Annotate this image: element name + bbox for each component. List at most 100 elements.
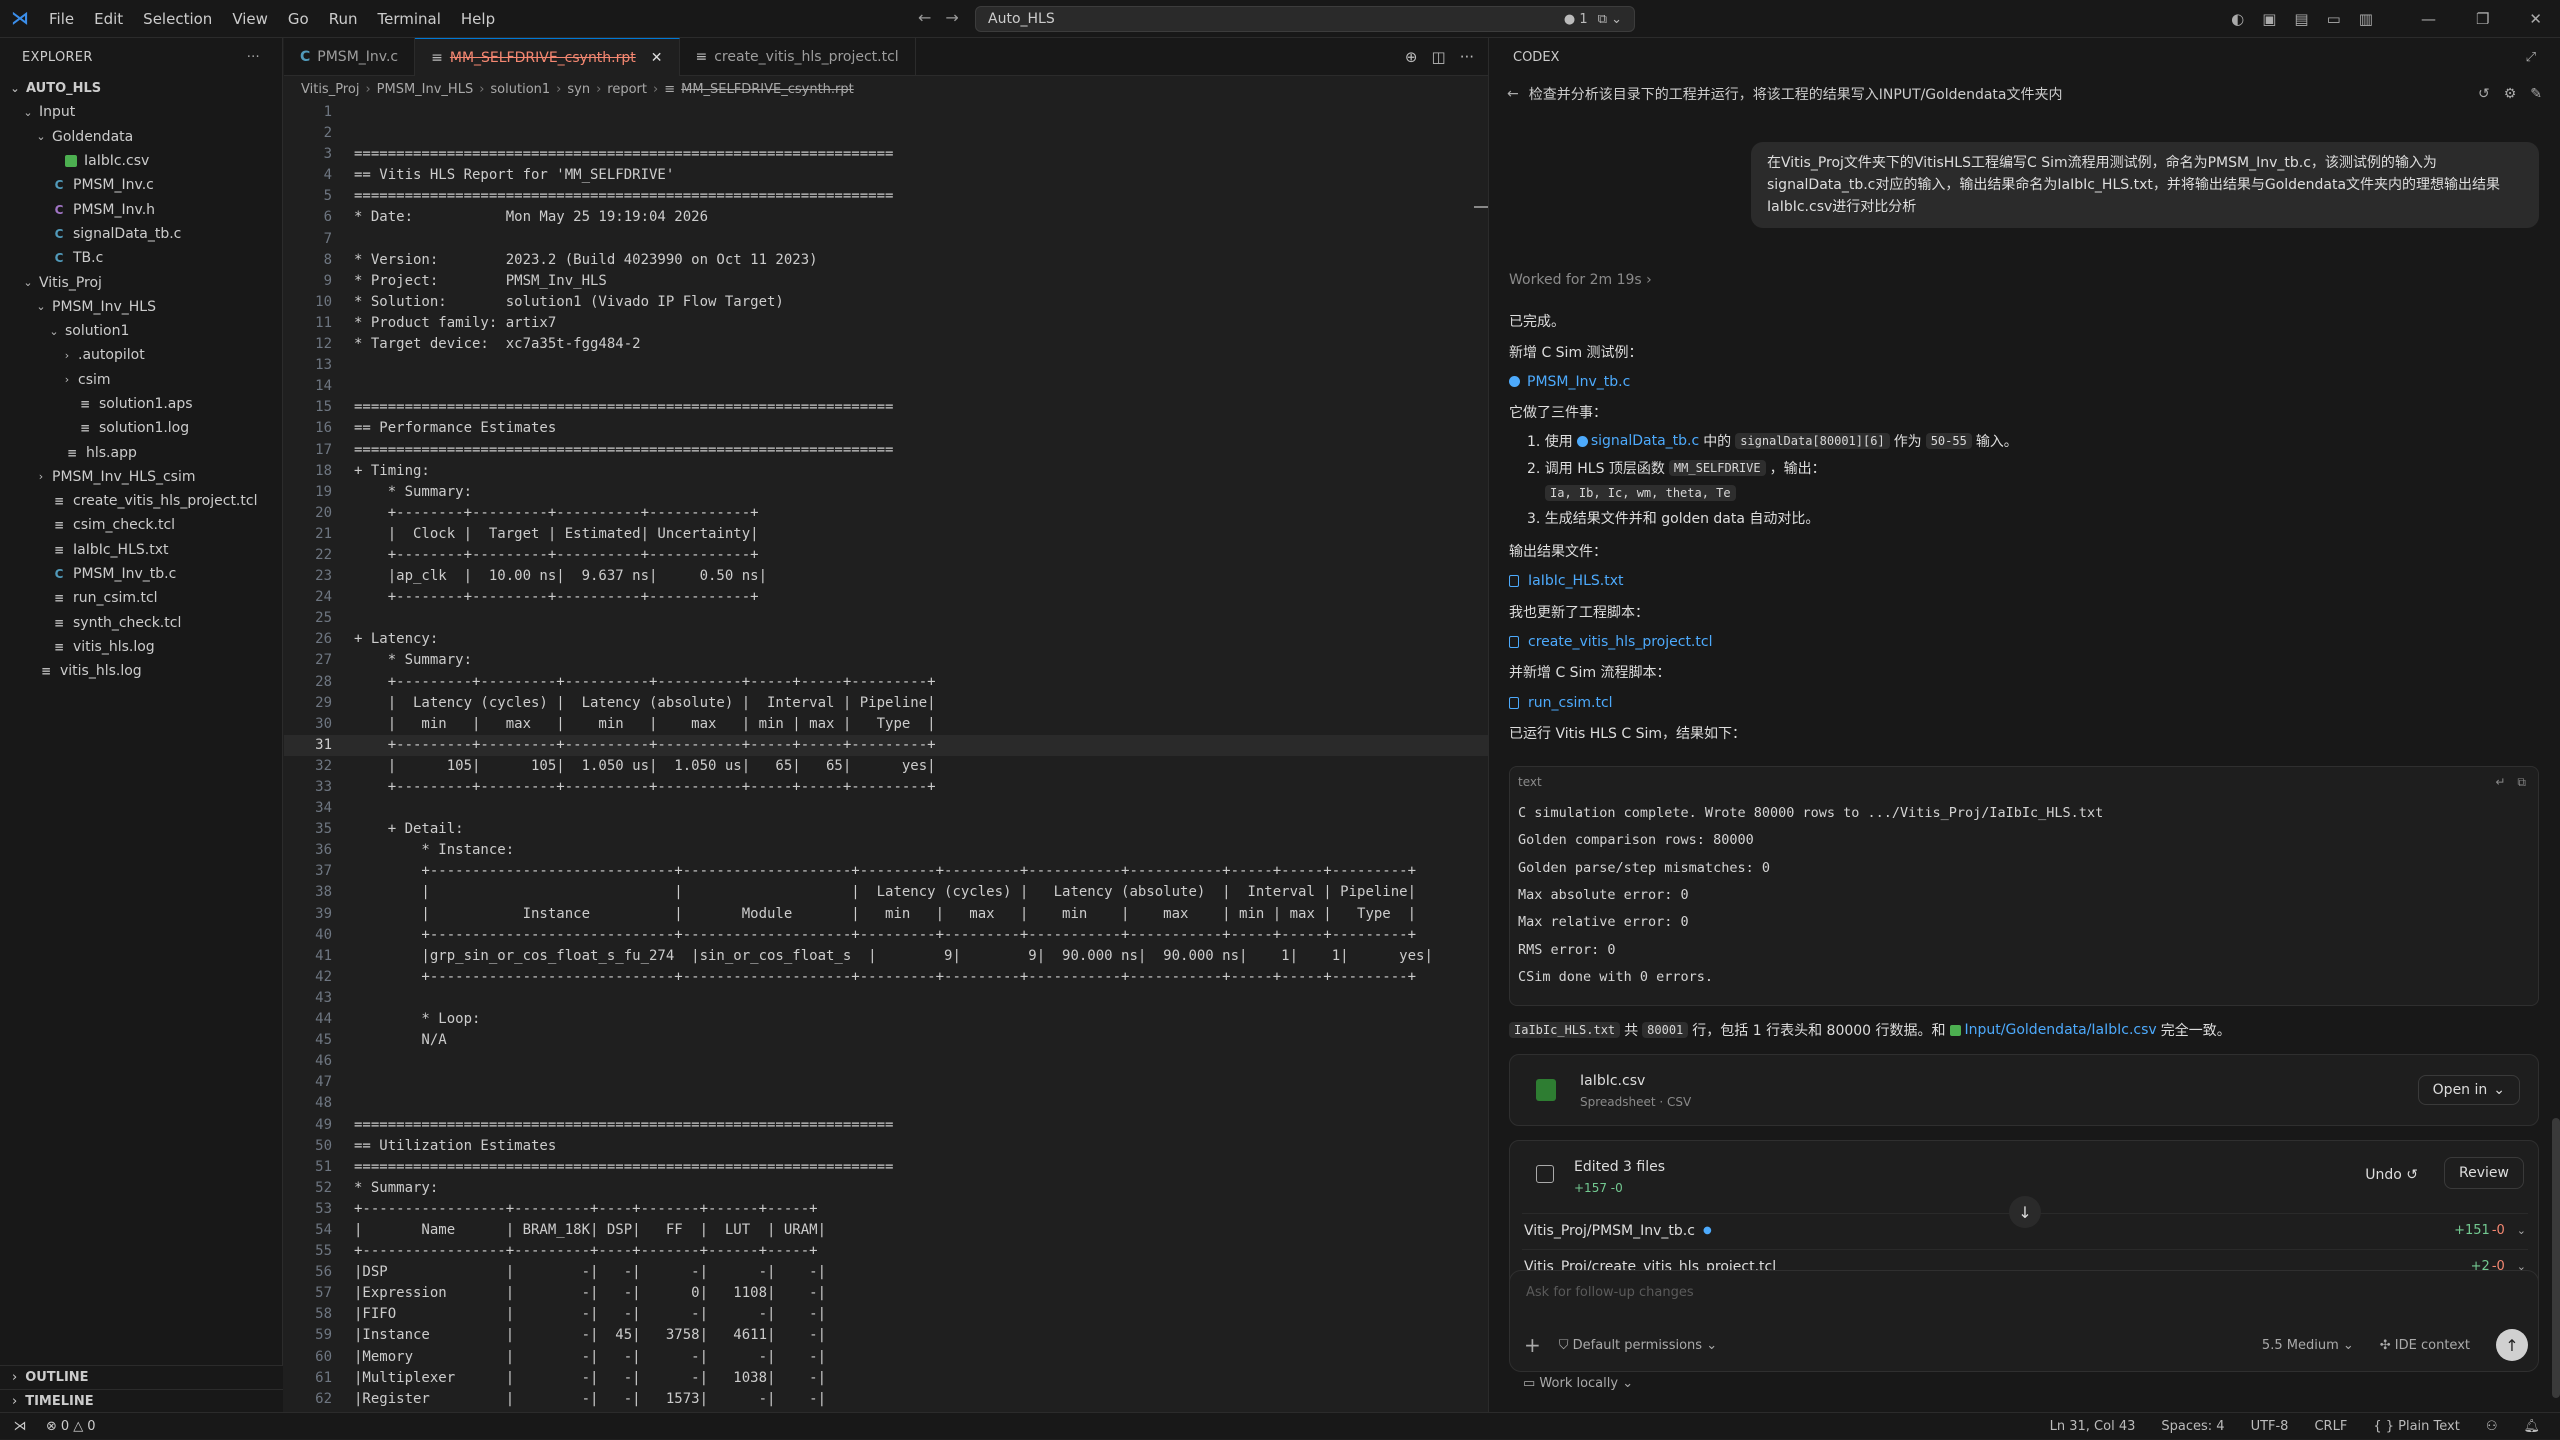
secondary-sidebar-toggle-icon[interactable]: ▥ <box>2359 10 2373 28</box>
problems-indicator[interactable]: ⊗ 0 △ 0 <box>46 1419 95 1434</box>
tree-item[interactable]: ≡ IaIbIc_HLS.txt <box>0 538 282 562</box>
code-editor[interactable]: 1 2 3 =====================================… <box>284 102 1488 1412</box>
tree-item[interactable]: ≡ run_csim.tcl <box>0 586 282 610</box>
split-editor-icon[interactable]: ◫ <box>1432 48 1446 66</box>
tree-item[interactable]: ⌄ Vitis_Proj <box>0 270 282 294</box>
signaldata-link[interactable]: signalData_tb.c <box>1576 433 1699 449</box>
layout-toggle-icon[interactable]: ▣ <box>2262 10 2276 28</box>
undo-button[interactable]: Undo ↺ <box>2365 1167 2418 1183</box>
output-file-link[interactable]: IaIbIc_HLS.txt <box>1509 566 2539 596</box>
tree-item[interactable]: ⌄ AUTO_HLS <box>0 76 282 100</box>
accounts-icon[interactable]: ◐ <box>2231 10 2244 28</box>
review-button[interactable]: Review <box>2444 1157 2524 1189</box>
copy-icon[interactable]: ⧉ <box>2517 775 2526 790</box>
worked-duration[interactable]: Worked for 2m 19s › <box>1509 272 1652 288</box>
sidebar-toggle-icon[interactable]: ▤ <box>2294 10 2308 28</box>
notifications-icon[interactable]: 🔔︎ <box>2523 1419 2540 1434</box>
tree-item[interactable]: ≡ create_vitis_hls_project.tcl <box>0 489 282 513</box>
golden-csv-link[interactable]: Input/Goldendata/IaIbIc.csv <box>1949 1022 2157 1038</box>
tree-item[interactable]: ≡ vitis_hls.log <box>0 635 282 659</box>
tree-item[interactable]: › .autopilot <box>0 343 282 367</box>
tree-item[interactable]: C TB.c <box>0 246 282 270</box>
menu-view[interactable]: View <box>223 0 277 38</box>
forward-arrow-icon[interactable]: → <box>945 8 958 27</box>
preview-icon[interactable]: ⊕ <box>1405 48 1418 66</box>
tab-2[interactable]: ≡ create_vitis_hls_project.tcl <box>680 38 916 76</box>
permissions-dropdown[interactable]: ⛉ Default permissions ⌄ <box>1559 1338 1717 1353</box>
line-ending[interactable]: CRLF <box>2314 1419 2347 1434</box>
back-arrow-icon[interactable]: ← <box>918 8 931 27</box>
menu-help[interactable]: Help <box>452 0 504 38</box>
maximize-icon[interactable]: ❐ <box>2476 10 2489 28</box>
breadcrumb-item[interactable]: PMSM_Inv_HLS <box>377 82 474 97</box>
composer[interactable]: Ask for follow-up changes + ⛉ Default pe… <box>1509 1270 2539 1372</box>
more-actions-icon[interactable]: ··· <box>1460 48 1474 66</box>
ide-context-toggle[interactable]: ✣ IDE context <box>2380 1338 2470 1353</box>
expand-icon[interactable]: ⤢ <box>2526 50 2536 65</box>
panel-toggle-icon[interactable]: ▭ <box>2327 10 2341 28</box>
tree-item[interactable]: CsignalData_tb.c <box>0 222 282 246</box>
minimize-icon[interactable]: — <box>2421 10 2436 28</box>
tree-item[interactable]: ⌄ Input <box>0 100 282 124</box>
breadcrumb-item[interactable]: MM_SELFDRIVE_csynth.rpt <box>681 82 854 97</box>
close-tab-icon[interactable]: ✕ <box>651 50 663 66</box>
more-icon[interactable]: ··· <box>247 50 260 65</box>
breadcrumb-item[interactable]: solution1 <box>490 82 550 97</box>
send-button[interactable]: ↑ <box>2496 1329 2528 1361</box>
tree-item[interactable]: ≡ solution1.aps <box>0 392 282 416</box>
back-icon[interactable]: ← <box>1507 86 1519 102</box>
tree-item[interactable]: ⌄ solution1 <box>0 319 282 343</box>
model-dropdown[interactable]: 5.5 Medium ⌄ <box>2262 1338 2354 1353</box>
cursor-position[interactable]: Ln 31, Col 43 <box>2050 1419 2136 1434</box>
flow-script-link[interactable]: run_csim.tcl <box>1509 688 2539 718</box>
followup-input[interactable]: Ask for follow-up changes <box>1526 1285 1694 1300</box>
scroll-down-button[interactable]: ↓ <box>2009 1196 2041 1228</box>
tab-0[interactable]: C PMSM_Inv.c <box>284 38 416 76</box>
tree-item[interactable]: ⌄ PMSM_Inv_HLS <box>0 295 282 319</box>
menu-run[interactable]: Run <box>320 0 367 38</box>
history-icon[interactable]: ↺ <box>2478 86 2490 102</box>
tree-item[interactable]: › csim <box>0 368 282 392</box>
tree-item[interactable]: ≡ synth_check.tcl <box>0 611 282 635</box>
menu-selection[interactable]: Selection <box>134 0 221 38</box>
file-card[interactable]: IaIbIc.csv Spreadsheet · CSV Open in ⌄ <box>1509 1054 2539 1126</box>
tb-file-link[interactable]: PMSM_Inv_tb.c <box>1509 367 2539 397</box>
settings-gear-icon[interactable]: ⚙ <box>2504 86 2517 102</box>
work-locally-dropdown[interactable]: ▭ Work locally ⌄ <box>1523 1376 1633 1391</box>
open-in-button[interactable]: Open in ⌄ <box>2417 1075 2520 1105</box>
menu-go[interactable]: Go <box>279 0 318 38</box>
language-mode[interactable]: { } Plain Text <box>2373 1419 2460 1434</box>
tree-item[interactable]: C PMSM_Inv.c <box>0 173 282 197</box>
encoding[interactable]: UTF-8 <box>2251 1419 2289 1434</box>
timeline-section[interactable]: › TIMELINE <box>0 1389 283 1413</box>
breadcrumb-item[interactable]: Vitis_Proj <box>301 82 359 97</box>
codex-scrollbar[interactable] <box>2552 1118 2560 1398</box>
copilot-status-icon[interactable]: ⚇ <box>2486 1419 2498 1434</box>
tree-item[interactable]: ⌄ Goldendata <box>0 125 282 149</box>
breadcrumb-item[interactable]: report <box>607 82 647 97</box>
indentation[interactable]: Spaces: 4 <box>2161 1419 2224 1434</box>
tree-item[interactable]: IaIbIc.csv <box>0 149 282 173</box>
close-window-icon[interactable]: ✕ <box>2529 10 2542 28</box>
tree-item[interactable]: › PMSM_Inv_HLS_csim <box>0 465 282 489</box>
menu-file[interactable]: File <box>40 0 83 38</box>
tree-item[interactable]: C PMSM_Inv.h <box>0 197 282 221</box>
copilot-icon[interactable]: ⧉ ⌄ <box>1598 12 1622 27</box>
tree-item[interactable]: ≡ hls.app <box>0 440 282 464</box>
new-chat-icon[interactable]: ✎ <box>2530 86 2542 102</box>
tree-item[interactable]: ≡ vitis_hls.log <box>0 659 282 683</box>
command-center[interactable]: Auto_HLS ● 1 ⧉ ⌄ <box>975 6 1635 32</box>
add-attachment-icon[interactable]: + <box>1524 1333 1541 1357</box>
menu-edit[interactable]: Edit <box>85 0 132 38</box>
outline-section[interactable]: › OUTLINE <box>0 1365 283 1389</box>
remote-icon[interactable]: ⋊ <box>0 1413 40 1440</box>
menu-terminal[interactable]: Terminal <box>369 0 450 38</box>
tree-item[interactable]: ≡ solution1.log <box>0 416 282 440</box>
wrap-icon[interactable]: ↵ <box>2495 775 2505 790</box>
tree-item[interactable]: C PMSM_Inv_tb.c <box>0 562 282 586</box>
breadcrumb-item[interactable]: syn <box>567 82 590 97</box>
tab-1[interactable]: ≡ MM_SELFDRIVE_csynth.rpt ✕ <box>415 38 680 76</box>
updated-script-link[interactable]: create_vitis_hls_project.tcl <box>1509 627 2539 657</box>
tree-item[interactable]: ≡ csim_check.tcl <box>0 513 282 537</box>
chevron-down-icon[interactable]: ⌄ <box>2517 1224 2526 1237</box>
